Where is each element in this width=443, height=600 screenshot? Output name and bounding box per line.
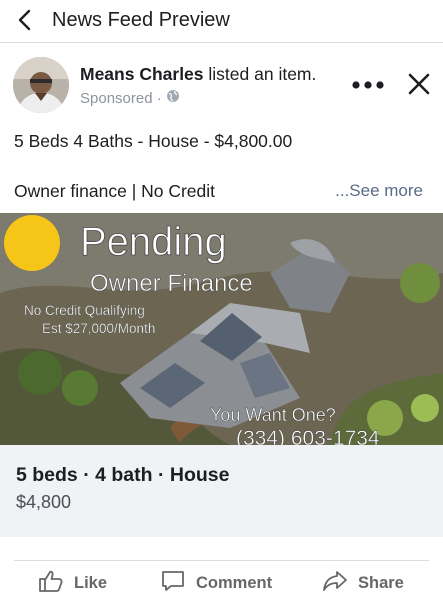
top-bar: News Feed Preview	[0, 0, 443, 43]
listing-price: $4,800	[16, 492, 72, 512]
listing-photo-graphic: Pending Owner Finance No Credit Qualifyi…	[0, 213, 443, 445]
listing-summary: 5 beds · 4 bath · House	[16, 464, 230, 486]
like-button[interactable]: Like	[38, 568, 107, 598]
more-icon[interactable]	[351, 78, 385, 90]
listing-photo[interactable]: Pending Owner Finance No Credit Qualifyi…	[0, 213, 443, 445]
overlay-est-text: Est $27,000/Month	[42, 321, 155, 336]
listing-caption[interactable]: 5 beds · 4 bath · House $4,800	[0, 445, 443, 537]
comment-button[interactable]: Comment	[160, 568, 272, 598]
avatar[interactable]	[13, 57, 69, 113]
author-name[interactable]: Means Charles	[80, 64, 204, 84]
sponsored-row: Sponsored ·	[80, 89, 180, 107]
divider	[14, 560, 429, 561]
post-action-text: listed an item.	[208, 64, 317, 84]
overlay-owner-finance-text: Owner Finance	[90, 270, 253, 297]
overlay-you-want-text: You Want One?	[210, 405, 336, 425]
sponsored-label: Sponsored ·	[80, 89, 162, 107]
share-label: Share	[358, 573, 404, 592]
post-text-line1: 5 Beds 4 Baths - House - $4,800.00	[14, 131, 293, 151]
globe-icon	[166, 89, 180, 107]
see-more-link[interactable]: ...See more	[335, 181, 423, 201]
like-label: Like	[74, 573, 108, 592]
back-arrow-icon[interactable]	[14, 7, 38, 33]
page-title: News Feed Preview	[52, 9, 230, 31]
comment-icon	[160, 569, 186, 598]
share-button[interactable]: Share	[322, 568, 404, 598]
like-icon	[38, 569, 64, 598]
overlay-pending-text: Pending	[80, 220, 227, 264]
overlay-no-credit-text: No Credit Qualifying	[24, 303, 145, 318]
close-icon[interactable]	[407, 72, 431, 96]
comment-label: Comment	[196, 573, 273, 592]
post-header: Means Charles listed an item. Sponsored …	[0, 42, 443, 120]
author-line: Means Charles listed an item.	[80, 64, 316, 85]
post-text-line2: Owner finance | No Credit	[14, 181, 216, 201]
share-icon	[322, 569, 348, 598]
overlay-phone-text: (334) 603-1734	[236, 427, 380, 445]
